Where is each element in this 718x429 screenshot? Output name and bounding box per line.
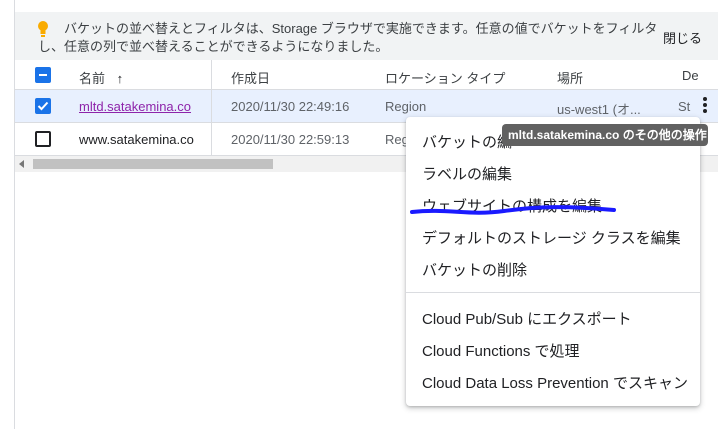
menu-item-edit-default-storage-class[interactable]: デフォルトのストレージ クラスを編集 — [422, 227, 681, 248]
bucket-actions-menu: バケットの編 ラベルの編集 ウェブサイトの構成を編集 デフォルトのストレージ ク… — [406, 117, 700, 406]
menu-item-cloud-functions[interactable]: Cloud Functions で処理 — [422, 340, 580, 361]
row-checkbox[interactable] — [35, 98, 51, 114]
location: us-west1 (オ... — [557, 102, 641, 117]
table-header: 名前 ↑ 作成日 ロケーション タイプ 場所 De — [15, 60, 718, 90]
column-header-extra[interactable]: De — [682, 68, 699, 83]
bucket-name-link[interactable]: mltd.satakemina.co — [79, 99, 191, 114]
banner-message: バケットの並べ替えとフィルタは、Storage ブラウザで実施できます。任意の値… — [38, 21, 658, 54]
column-header-location[interactable]: 場所 — [557, 68, 583, 87]
scroll-left-icon[interactable] — [19, 160, 24, 168]
info-banner: バケットの並べ替えとフィルタは、Storage ブラウザで実施できます。任意の値… — [15, 12, 718, 60]
column-header-location-type[interactable]: ロケーション タイプ — [385, 68, 505, 87]
underline-annotation — [410, 205, 616, 215]
row-checkbox[interactable] — [35, 131, 51, 147]
menu-divider — [406, 292, 700, 293]
menu-item-delete-bucket[interactable]: バケットの削除 — [422, 259, 527, 280]
extra-cell: St — [678, 99, 691, 114]
location-type: Region — [385, 99, 427, 114]
column-label: 名前 — [79, 71, 106, 86]
bucket-name-link[interactable]: www.satakemina.co — [79, 132, 194, 147]
column-header-created[interactable]: 作成日 — [231, 68, 270, 87]
more-vert-icon[interactable] — [701, 97, 709, 117]
select-all-checkbox[interactable] — [35, 67, 51, 83]
column-divider — [211, 60, 212, 156]
menu-item-edit-bucket[interactable]: バケットの編 — [422, 131, 512, 152]
more-actions-tooltip: mltd.satakemina.co のその他の操作 — [502, 124, 708, 146]
arrow-up-icon: ↑ — [116, 71, 124, 86]
created-date: 2020/11/30 22:59:13 — [231, 132, 350, 147]
scrollbar-thumb[interactable] — [33, 159, 273, 169]
menu-item-edit-labels[interactable]: ラベルの編集 — [422, 163, 512, 184]
menu-item-dlp-scan[interactable]: Cloud Data Loss Prevention でスキャン — [422, 372, 688, 393]
column-header-name[interactable]: 名前 ↑ — [79, 68, 123, 87]
menu-item-export-pubsub[interactable]: Cloud Pub/Sub にエクスポート — [422, 308, 632, 329]
dismiss-button[interactable]: 閉じる — [663, 28, 702, 47]
created-date: 2020/11/30 22:49:16 — [231, 99, 350, 114]
